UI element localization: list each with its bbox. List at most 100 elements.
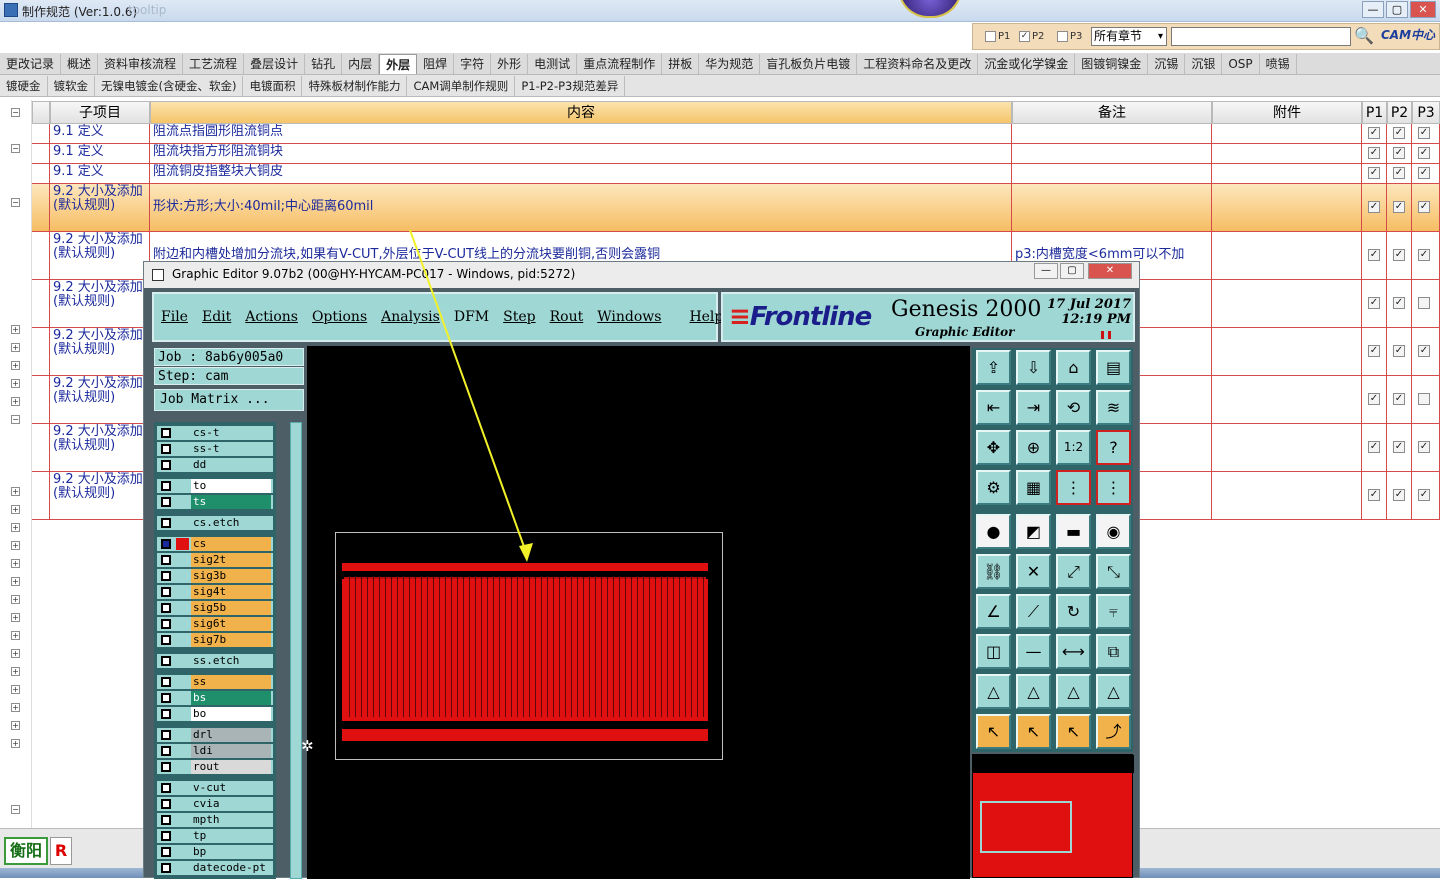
layer-row[interactable]: bp [157, 845, 273, 859]
table-row[interactable]: 9.1 定义 阻流点指圆形阻流铜点 ✓ ✓ ✓ [32, 124, 1440, 144]
cell-sub[interactable]: 9.2 大小及添加(默认规则) [50, 424, 150, 471]
tab-tabs_row1-4[interactable]: 叠层设计 [244, 53, 306, 74]
layer-select-checkbox[interactable] [161, 603, 171, 613]
arc-icon[interactable]: △ [1056, 674, 1091, 709]
tab-tabs_row2-5[interactable]: CAM调单制作规则 [407, 75, 516, 96]
layer-row[interactable]: ts [157, 495, 273, 509]
close-button[interactable]: ✕ [1410, 1, 1436, 18]
export-icon[interactable]: ⇥ [1016, 390, 1051, 425]
tab-tabs_row1-16[interactable]: 工程资料命名及更改 [857, 53, 979, 74]
p2-checkbox[interactable]: ✓ [1393, 441, 1405, 453]
hengyang-logo[interactable]: 衡阳 [4, 837, 48, 865]
search-input[interactable] [1171, 27, 1351, 46]
grid-header-p1[interactable]: P1 [1362, 101, 1387, 124]
angle-icon[interactable]: ∠ [976, 594, 1011, 629]
cell-note[interactable] [1012, 164, 1212, 183]
layer-row[interactable]: ss.etch [157, 654, 273, 668]
p2-checkbox[interactable]: ✓ [1393, 147, 1405, 159]
overview-minimap[interactable] [972, 754, 1134, 878]
p2-checkbox[interactable]: ✓ [1393, 297, 1405, 309]
cell-sub[interactable]: 9.2 大小及添加(默认规则) [50, 184, 150, 231]
tree-expander-icon[interactable]: + [11, 325, 20, 334]
cut-icon[interactable]: — [1016, 634, 1051, 669]
layer-select-checkbox[interactable] [161, 815, 171, 825]
p2-checkbox[interactable]: ✓ [1393, 127, 1405, 139]
tab-tabs_row1-1[interactable]: 概述 [61, 53, 99, 74]
grid-header-note[interactable]: 备注 [1012, 101, 1212, 124]
pads-icon[interactable]: ◫ [976, 634, 1011, 669]
cell-sub[interactable]: 9.1 定义 [50, 124, 150, 143]
p1-checkbox[interactable]: ✓ [1368, 393, 1380, 405]
cell-content[interactable]: 形状:方形;大小:40mil;中心距离60mil [150, 184, 1012, 231]
cell-attach[interactable] [1212, 472, 1362, 519]
tree-expander-icon[interactable]: + [11, 721, 20, 730]
chapter-scope-select[interactable]: 所有章节 [1091, 27, 1167, 46]
tab-tabs_row2-4[interactable]: 特殊板材制作能力 [302, 75, 408, 96]
tree-expander-icon[interactable]: + [11, 703, 20, 712]
upload-icon[interactable]: ⇪ [976, 350, 1011, 385]
layers-icon[interactable]: ⋮ [1056, 470, 1091, 505]
r-badge[interactable]: R [50, 837, 72, 865]
tree-expander-icon[interactable]: + [11, 379, 20, 388]
layer-select-checkbox[interactable] [161, 571, 171, 581]
triangle-icon[interactable]: △ [976, 674, 1011, 709]
p1-checkbox[interactable]: ✓ [1368, 201, 1380, 213]
tab-tabs_row1-5[interactable]: 钻孔 [305, 53, 343, 74]
genesis-menu-actions[interactable]: Actions [238, 309, 305, 325]
tab-tabs_row2-6[interactable]: P1-P2-P3规范差异 [515, 75, 626, 96]
group-icon[interactable]: ⧉ [1096, 634, 1131, 669]
tree-expander-icon[interactable]: + [11, 487, 20, 496]
genesis-menu-options[interactable]: Options [305, 309, 374, 325]
table-row[interactable]: 9.2 大小及添加(默认规则) 形状:方形;大小:40mil;中心距离60mil ✓… [32, 184, 1440, 232]
tree-expander-icon[interactable]: + [11, 343, 20, 352]
p1-checkbox[interactable]: ✓ [1368, 297, 1380, 309]
tree-expander-icon[interactable]: + [11, 685, 20, 694]
fit-icon[interactable]: ✥ [976, 430, 1011, 465]
layer-select-checkbox[interactable] [161, 428, 171, 438]
layer-select-checkbox[interactable] [161, 863, 171, 873]
cell-sub[interactable]: 9.2 大小及添加(默认规则) [50, 232, 150, 279]
layer-select-checkbox[interactable] [161, 783, 171, 793]
grid-icon[interactable]: ▦ [1016, 470, 1051, 505]
tab-tabs_row1-11[interactable]: 电测试 [528, 53, 578, 74]
layer-scrollbar[interactable] [290, 422, 302, 879]
tab-tabs_row2-0[interactable]: 镀硬金 [0, 75, 48, 96]
layer-select-checkbox[interactable] [161, 539, 171, 549]
layer-select-checkbox[interactable] [161, 693, 171, 703]
rotate-icon[interactable]: ↻ [1056, 594, 1091, 629]
cell-sub[interactable]: 9.2 大小及添加(默认规则) [50, 376, 150, 423]
layer-row[interactable]: sig6t [157, 617, 273, 631]
split-icon[interactable]: ▤ [1096, 350, 1131, 385]
layer-select-checkbox[interactable] [161, 762, 171, 772]
tree-expander-icon[interactable]: + [11, 739, 20, 748]
p3-filter-checkbox[interactable]: P3 [1057, 31, 1082, 42]
cell-sub[interactable]: 9.1 定义 [50, 164, 150, 183]
cell-sub[interactable]: 9.2 大小及添加(默认规则) [50, 472, 150, 519]
cell-content[interactable]: 阻流铜皮指整块大铜皮 [150, 164, 1012, 183]
layer-select-checkbox[interactable] [161, 444, 171, 454]
layer-row[interactable]: datecode-pt [157, 861, 273, 875]
genesis-menu-analysis[interactable]: Analysis [374, 309, 447, 325]
grid-header-sub[interactable]: 子项目 [50, 101, 150, 124]
layer-select-checkbox[interactable] [161, 709, 171, 719]
p1-checkbox[interactable]: ✓ [1368, 249, 1380, 261]
tab-tabs_row1-17[interactable]: 沉金或化学镍金 [978, 53, 1076, 74]
tab-tabs_row1-0[interactable]: 更改记录 [0, 53, 62, 74]
layer-select-checkbox[interactable] [161, 730, 171, 740]
layer-select-checkbox[interactable] [161, 497, 171, 507]
tab-tabs_row1-21[interactable]: OSP [1222, 53, 1260, 74]
cell-sub[interactable]: 9.2 大小及添加(默认规则) [50, 280, 150, 327]
import-icon[interactable]: ⇤ [976, 390, 1011, 425]
minimap-viewport[interactable] [980, 801, 1072, 853]
tab-tabs_row1-20[interactable]: 沉银 [1185, 53, 1223, 74]
p2-checkbox[interactable]: ✓ [1393, 201, 1405, 213]
job-matrix-button[interactable]: Job Matrix ... [154, 389, 304, 411]
layer-row[interactable]: sig7b [157, 633, 273, 647]
layer-select-checkbox[interactable] [161, 746, 171, 756]
tab-tabs_row1-8[interactable]: 阻焊 [417, 53, 455, 74]
layer-row[interactable]: cs [157, 537, 273, 551]
layer-select-checkbox[interactable] [161, 831, 171, 841]
p3-checkbox[interactable] [1418, 393, 1430, 405]
tree-expander-icon[interactable]: + [11, 559, 20, 568]
cell-attach[interactable] [1212, 164, 1362, 183]
